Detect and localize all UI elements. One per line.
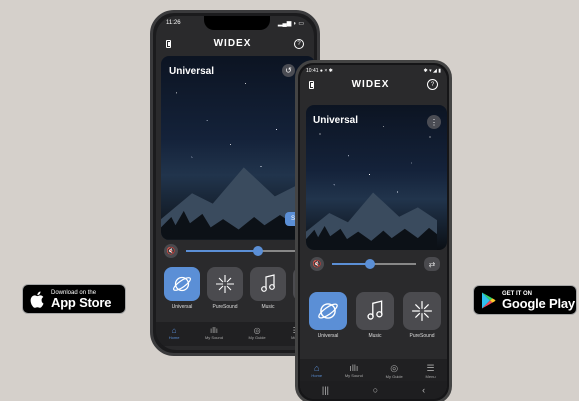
google-play-icon	[474, 292, 502, 309]
more-options-icon[interactable]: ⋮	[427, 115, 441, 129]
android-signal-icon: ✱ ▾ ◢ ▮	[423, 68, 441, 74]
google-play-name: Google Play	[502, 295, 575, 311]
tab-label: My Sound	[344, 373, 363, 378]
tab-label: Menu	[425, 374, 436, 379]
android-nav-bar: ||| ○ ‹	[300, 381, 447, 399]
iphone-program-title: Universal	[169, 66, 215, 77]
tab-label: Home	[311, 373, 323, 378]
sound-wave-icon: ıllı	[209, 326, 218, 335]
program-universal[interactable]: Universal	[164, 267, 200, 310]
program-puresound[interactable]: PureSound	[207, 267, 243, 310]
music-note-icon	[356, 292, 394, 330]
mute-icon[interactable]: 🔇	[164, 244, 178, 258]
android-status-bar: 10:41 ● × ✱ ✱ ▾ ◢ ▮	[306, 68, 441, 74]
program-label: Universal	[171, 304, 193, 310]
iphone-program-scene: Universal ↺ ⋮ Save as	[161, 56, 314, 240]
program-label: PureSound	[212, 304, 238, 310]
help-icon[interactable]: ?	[427, 79, 438, 90]
android-volume-row: 🔇 ⇄	[310, 257, 447, 271]
undo-icon[interactable]: ↺	[282, 64, 295, 77]
home-button[interactable]: ○	[373, 385, 378, 395]
android-program-title: Universal	[313, 115, 359, 126]
iphone-volume-knob[interactable]	[252, 246, 263, 256]
recents-button[interactable]: |||	[322, 385, 329, 395]
sound-wave-icon: ıllı	[349, 363, 359, 373]
menu-icon: ☰	[426, 363, 435, 373]
program-label: Universal	[317, 333, 339, 339]
hearing-aid-battery-icon[interactable]	[166, 39, 171, 48]
program-puresound[interactable]: PureSound	[403, 292, 441, 339]
home-icon: ⌂	[171, 326, 177, 335]
tab-my-guide[interactable]: ◎ My Guide	[249, 326, 266, 346]
widex-logo: WIDEX	[351, 79, 390, 90]
android-program-scene: Universal ⋮	[306, 105, 447, 250]
android-device: 10:41 ● × ✱ ✱ ▾ ◢ ▮ WIDEX ? Universal ⋮ …	[295, 60, 452, 401]
iphone-volume-row: 🔇 ⇄	[164, 244, 314, 258]
program-label: Music	[261, 304, 275, 310]
iphone-tab-bar: ⌂Home ıllıMy Sound ◎My Guide ☰Menu	[156, 322, 314, 346]
android-screen: 10:41 ● × ✱ ✱ ▾ ◢ ▮ WIDEX ? Universal ⋮ …	[300, 65, 447, 399]
widex-logo: WIDEX	[213, 38, 252, 49]
iphone-status-bar: 11:26 ▂▄▆ ◗ ▭	[166, 20, 304, 27]
program-universal[interactable]: Universal	[309, 292, 347, 339]
apple-icon	[23, 291, 51, 308]
iphone-screen: 11:26 ▂▄▆ ◗ ▭ WIDEX ? Universal ↺ ⋮ Save…	[156, 16, 314, 350]
iphone-signal-icon: ▂▄▆ ◗ ▭	[277, 21, 304, 27]
mountain-landscape	[306, 192, 438, 250]
tab-home[interactable]: ⌂ Home	[169, 326, 180, 346]
program-label: PureSound	[409, 333, 435, 339]
program-label: Music	[368, 333, 382, 339]
tab-my-sound[interactable]: ıllı My Sound	[205, 326, 223, 346]
mountain-landscape	[161, 167, 314, 240]
tab-label: Home	[168, 335, 180, 340]
guide-icon: ◎	[253, 326, 261, 335]
google-play-badge[interactable]: GET IT ON Google Play	[473, 285, 577, 315]
back-button[interactable]: ‹	[422, 385, 425, 395]
guide-icon: ◎	[390, 363, 399, 373]
tab-label: My Guide	[385, 374, 403, 379]
android-clock: 10:41	[306, 68, 319, 74]
home-icon: ⌂	[314, 363, 320, 373]
android-volume-slider[interactable]	[332, 259, 416, 269]
swap-icon[interactable]: ⇄	[424, 257, 440, 271]
help-icon[interactable]: ?	[294, 38, 304, 49]
iphone-app-bar: WIDEX ?	[156, 38, 314, 49]
planet-icon	[164, 267, 200, 301]
app-store-name: App Store	[51, 294, 112, 310]
iphone-volume-fill	[186, 250, 258, 252]
planet-icon	[309, 292, 347, 330]
iphone-volume-slider[interactable]	[186, 246, 296, 256]
sparkle-icon	[403, 292, 441, 330]
android-volume-knob[interactable]	[364, 259, 375, 269]
mute-icon[interactable]: 🔇	[310, 257, 324, 271]
tab-label: My Guide	[248, 335, 266, 340]
app-store-badge[interactable]: Download on the App Store	[22, 284, 126, 314]
music-note-icon	[250, 267, 286, 301]
android-app-bar: WIDEX ?	[300, 79, 447, 90]
hearing-aid-battery-icon[interactable]	[309, 80, 314, 89]
tab-label: My Sound	[204, 335, 223, 340]
iphone-program-list: Universal PureSound Music	[164, 267, 307, 310]
android-program-list: Universal Music PureSound	[309, 292, 441, 339]
iphone-clock: 11:26	[166, 20, 181, 26]
sparkle-icon	[207, 267, 243, 301]
program-music[interactable]: Music	[250, 267, 286, 310]
android-status-icons: ● × ✱	[319, 68, 333, 74]
program-music[interactable]: Music	[356, 292, 394, 339]
